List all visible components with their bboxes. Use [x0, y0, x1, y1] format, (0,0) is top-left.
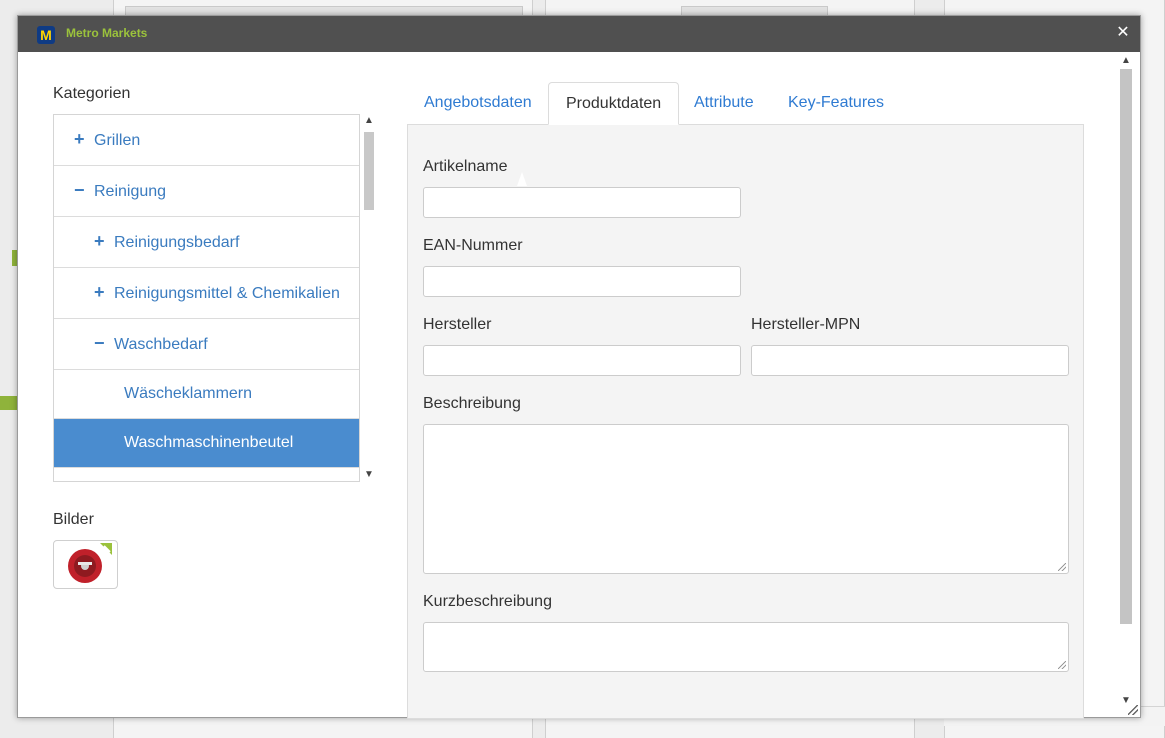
ean-input[interactable]: [423, 266, 741, 297]
category-label: Grillen: [94, 132, 141, 149]
ean-label: EAN-Nummer: [423, 237, 523, 254]
product-image-thumbnail[interactable]: [53, 540, 118, 589]
short-description-textarea[interactable]: [423, 622, 1069, 672]
mouse-cursor-icon: [517, 172, 527, 186]
dialog-scrollbar[interactable]: ▲ ▼: [1118, 54, 1134, 714]
category-scrollbar[interactable]: ▲ ▼: [361, 114, 377, 482]
close-icon[interactable]: ✕: [1116, 25, 1130, 41]
category-label: Reinigungsbedarf: [114, 234, 240, 251]
images-label: Bilder: [53, 511, 94, 528]
scrollbar-thumb[interactable]: [1120, 69, 1132, 624]
category-label: Waschbedarf: [114, 336, 208, 353]
dialog-title: Metro Markets: [66, 26, 148, 40]
plus-icon[interactable]: +: [74, 127, 94, 151]
product-image: [68, 543, 112, 583]
manufacturer-label: Hersteller: [423, 316, 492, 333]
background-marker: [0, 396, 17, 410]
plus-icon[interactable]: +: [94, 229, 114, 253]
dialog-titlebar: M Metro Markets ✕: [18, 16, 1140, 52]
chevron-down-icon[interactable]: ▼: [361, 468, 377, 482]
resize-grip-icon[interactable]: [1058, 661, 1066, 669]
category-item-waschbedarf[interactable]: − Waschbedarf: [54, 319, 359, 370]
minus-icon[interactable]: −: [94, 331, 114, 355]
category-tree: + Grillen − Reinigung + Reinigungsbedarf + R…: [53, 114, 360, 482]
tab-attribute[interactable]: Attribute: [677, 82, 771, 125]
mpn-label: Hersteller-MPN: [751, 316, 861, 333]
category-label: Waschmaschinenbeutel: [124, 434, 294, 451]
minus-icon[interactable]: −: [74, 178, 94, 202]
category-label: Wäscheklammern: [124, 385, 253, 402]
category-label: Reinigung: [94, 183, 167, 200]
article-name-input[interactable]: [423, 187, 741, 218]
category-item-waschmaschinenbeutel[interactable]: Waschmaschinenbeutel: [54, 419, 359, 468]
manufacturer-input[interactable]: [423, 345, 741, 376]
tab-angebotsdaten[interactable]: Angebotsdaten: [407, 82, 549, 125]
chevron-up-icon[interactable]: ▲: [1118, 54, 1134, 68]
tab-produktdaten[interactable]: Produktdaten: [548, 82, 680, 125]
description-label: Beschreibung: [423, 395, 521, 412]
category-label: Reinigungsmittel & Chemikalien: [114, 285, 340, 302]
tab-key-features[interactable]: Key-Features: [771, 82, 901, 125]
category-item-reinigungsbedarf[interactable]: + Reinigungsbedarf: [54, 217, 359, 268]
chevron-up-icon[interactable]: ▲: [361, 114, 377, 128]
metro-logo-icon: M: [37, 26, 55, 44]
article-name-label: Artikelname: [423, 158, 508, 175]
resize-grip-icon[interactable]: [1058, 563, 1066, 571]
category-item-waescheklammern[interactable]: Wäscheklammern: [54, 370, 359, 419]
plus-icon[interactable]: +: [94, 280, 114, 304]
description-textarea[interactable]: [423, 424, 1069, 574]
mpn-input[interactable]: [751, 345, 1069, 376]
categories-label: Kategorien: [53, 85, 131, 102]
metro-markets-dialog: M Metro Markets ✕ Kategorien + Grillen − R…: [17, 15, 1141, 719]
category-item-reinigungsmittel[interactable]: + Reinigungsmittel & Chemikalien: [54, 268, 359, 319]
category-item-reinigung[interactable]: − Reinigung: [54, 166, 359, 217]
short-description-label: Kurzbeschreibung: [423, 593, 552, 610]
category-item-grillen[interactable]: + Grillen: [54, 115, 359, 166]
scrollbar-thumb[interactable]: [364, 132, 374, 210]
dialog-resize-handle[interactable]: [1128, 705, 1138, 715]
tab-panel-produktdaten: Artikelname EAN-Nummer Hersteller Herste…: [407, 124, 1084, 719]
